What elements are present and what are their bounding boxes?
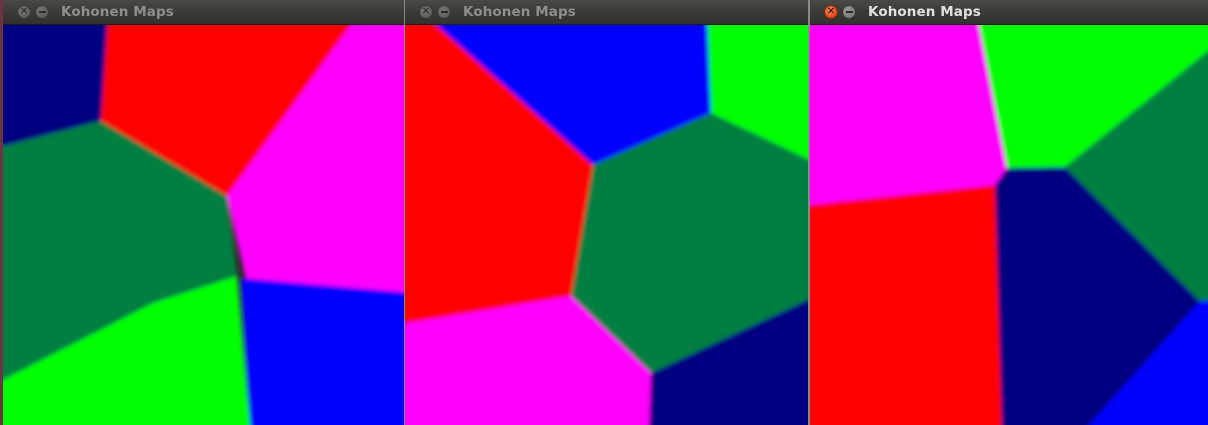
window-title: Kohonen Maps: [868, 4, 981, 20]
map-region-magenta: [810, 25, 1007, 205]
kohonen-window-1[interactable]: × Kohonen Maps: [0, 0, 404, 425]
close-icon: ×: [421, 5, 431, 17]
close-button[interactable]: ×: [17, 5, 31, 19]
kohonen-window-2[interactable]: × Kohonen Maps: [404, 0, 808, 425]
kohonen-map-canvas[interactable]: [3, 25, 404, 425]
kohonen-map-canvas[interactable]: [810, 25, 1208, 425]
desktop: × Kohonen Maps × Kohonen Maps × Kohonen …: [0, 0, 1208, 425]
kohonen-map: [810, 25, 1208, 425]
kohonen-map: [405, 25, 808, 425]
map-region-blue: [241, 278, 404, 425]
window-titlebar[interactable]: × Kohonen Maps: [810, 0, 1208, 25]
kohonen-map: [3, 25, 404, 425]
kohonen-window-3[interactable]: × Kohonen Maps: [808, 0, 1208, 425]
minimize-icon: [38, 11, 46, 13]
close-icon: ×: [19, 5, 29, 17]
window-title: Kohonen Maps: [463, 4, 576, 20]
minimize-button[interactable]: [35, 5, 49, 19]
window-title: Kohonen Maps: [61, 4, 174, 20]
close-button[interactable]: ×: [419, 5, 433, 19]
kohonen-map-canvas[interactable]: [405, 25, 808, 425]
minimize-icon: [440, 11, 448, 13]
close-icon: ×: [826, 5, 836, 17]
window-titlebar[interactable]: × Kohonen Maps: [405, 0, 808, 25]
minimize-button[interactable]: [842, 5, 856, 19]
minimize-icon: [845, 11, 853, 13]
close-button[interactable]: ×: [824, 5, 838, 19]
map-region-red: [810, 185, 1002, 425]
window-titlebar[interactable]: × Kohonen Maps: [3, 0, 404, 25]
minimize-button[interactable]: [437, 5, 451, 19]
